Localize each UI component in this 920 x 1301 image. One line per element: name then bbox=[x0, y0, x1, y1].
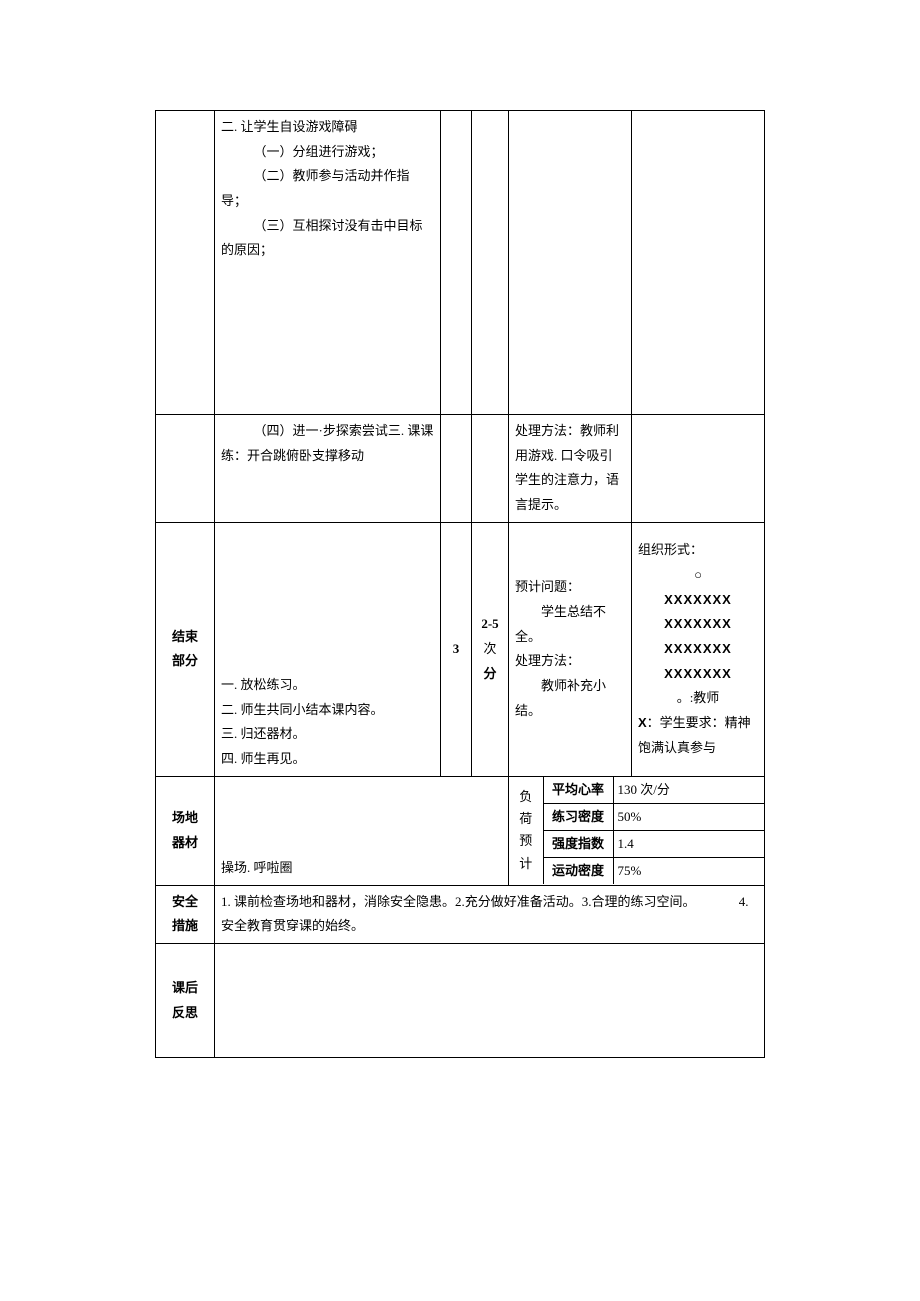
label-line: 场地 bbox=[162, 806, 208, 831]
legend-x: X bbox=[638, 715, 647, 730]
end-organization: 组织形式： ○ XXXXXXX XXXXXXX XXXXXXX XXXXXXX … bbox=[632, 522, 765, 776]
line: 四. 师生再见。 bbox=[221, 747, 434, 772]
duration-main: 2-5 bbox=[481, 616, 498, 631]
label-line: 负荷 bbox=[513, 786, 539, 830]
section-label-end: 结束 部分 bbox=[156, 522, 215, 776]
load-key: 平均心率 bbox=[543, 777, 613, 804]
org-title: 组织形式： bbox=[638, 538, 758, 563]
activity-content-2: （四）进一·步探索尝试三. 课课练：开合跳俯卧支撑移动 bbox=[215, 415, 441, 523]
activity-content-1: 二. 让学生自设游戏障碍 （一）分组进行游戏； （二）教师参与活动并作指导； （… bbox=[215, 111, 441, 415]
label-line: 结束 bbox=[162, 625, 208, 650]
end-content: 一. 放松练习。 二. 师生共同小结本课内容。 三. 归还器材。 四. 师生再见… bbox=[215, 522, 441, 776]
load-val: 130 次/分 bbox=[613, 777, 764, 804]
label-line: 预计 bbox=[513, 830, 539, 874]
line: 三. 归还器材。 bbox=[221, 722, 434, 747]
venue-value: 操场. 呼啦圈 bbox=[215, 776, 509, 885]
legend-teacher: 。:教师 bbox=[638, 686, 758, 711]
duration-sub: 次 bbox=[478, 637, 502, 662]
section-label-blank bbox=[156, 111, 215, 415]
reflect-content bbox=[215, 944, 765, 1058]
reflect-label: 课后 反思 bbox=[156, 944, 215, 1058]
load-val: 1.4 bbox=[613, 830, 764, 857]
safety-content: 1. 课前检查场地和器材，消除安全隐患。2.充分做好准备活动。3.合理的练习空间… bbox=[215, 885, 765, 943]
blank-cell bbox=[441, 111, 472, 415]
load-key: 练习密度 bbox=[543, 803, 613, 830]
teacher-symbol: ○ bbox=[638, 563, 758, 588]
load-val: 50% bbox=[613, 803, 764, 830]
label-line: 课后 bbox=[162, 976, 208, 1001]
duration-unit: 分 bbox=[483, 666, 496, 681]
label-line: 措施 bbox=[162, 914, 208, 939]
line: 二. 师生共同小结本课内容。 bbox=[221, 698, 434, 723]
end-problem: 预计问题： 学生总结不全。 处理方法： 教师补充小结。 bbox=[509, 522, 632, 776]
safety-label: 安全 措施 bbox=[156, 885, 215, 943]
line: （二）教师参与活动并作指导； bbox=[221, 164, 434, 213]
student-row: XXXXXXX bbox=[638, 612, 758, 637]
student-row: XXXXXXX bbox=[638, 637, 758, 662]
legend-student: X：学生要求：精神饱满认真参与 bbox=[638, 711, 758, 760]
line: 处理方法： bbox=[515, 649, 625, 674]
student-row: XXXXXXX bbox=[638, 662, 758, 687]
label-line: 部分 bbox=[162, 649, 208, 674]
end-duration: 2-5 次 分 bbox=[472, 522, 509, 776]
venue-label: 场地 器材 bbox=[156, 776, 215, 885]
load-label: 负荷 预计 bbox=[509, 777, 543, 884]
blank-cell bbox=[472, 111, 509, 415]
load-key: 强度指数 bbox=[543, 830, 613, 857]
blank-cell bbox=[509, 111, 632, 415]
line: 教师补充小结。 bbox=[515, 674, 625, 723]
load-key: 运动密度 bbox=[543, 858, 613, 885]
load-val: 75% bbox=[613, 858, 764, 885]
line: 二. 让学生自设游戏障碍 bbox=[221, 115, 434, 140]
blank-cell bbox=[441, 415, 472, 523]
legend-text: ：学生要求：精神饱满认真参与 bbox=[638, 715, 751, 755]
load-table: 负荷 预计 平均心率 130 次/分 练习密度 50% 强度指数 1.4 运动密… bbox=[509, 777, 764, 884]
label-line: 器材 bbox=[162, 831, 208, 856]
blank-cell bbox=[632, 415, 765, 523]
line: （四）进一·步探索尝试三. 课课练：开合跳俯卧支撑移动 bbox=[221, 419, 434, 468]
line: （三）互相探讨没有击中目标的原因； bbox=[221, 214, 434, 263]
label-line: 安全 bbox=[162, 890, 208, 915]
load-block: 负荷 预计 平均心率 130 次/分 练习密度 50% 强度指数 1.4 运动密… bbox=[509, 776, 765, 885]
label-line: 反思 bbox=[162, 1001, 208, 1026]
line: （一）分组进行游戏； bbox=[221, 140, 434, 165]
line: 预计问题： bbox=[515, 575, 625, 600]
line: 学生总结不全。 bbox=[515, 600, 625, 649]
end-count: 3 bbox=[441, 522, 472, 776]
lesson-plan-table: 二. 让学生自设游戏障碍 （一）分组进行游戏； （二）教师参与活动并作指导； （… bbox=[155, 110, 765, 1058]
handling-method-1: 处理方法：教师利用游戏. 口令吸引学生的注意力，语言提示。 bbox=[509, 415, 632, 523]
section-label-blank bbox=[156, 415, 215, 523]
student-row: XXXXXXX bbox=[638, 588, 758, 613]
line: 一. 放松练习。 bbox=[221, 673, 434, 698]
blank-cell bbox=[472, 415, 509, 523]
safety-line-a: 1. 课前检查场地和器材，消除安全隐患。2.充分做好准备活动。3.合理的练习空间… bbox=[221, 894, 696, 909]
blank-cell bbox=[632, 111, 765, 415]
